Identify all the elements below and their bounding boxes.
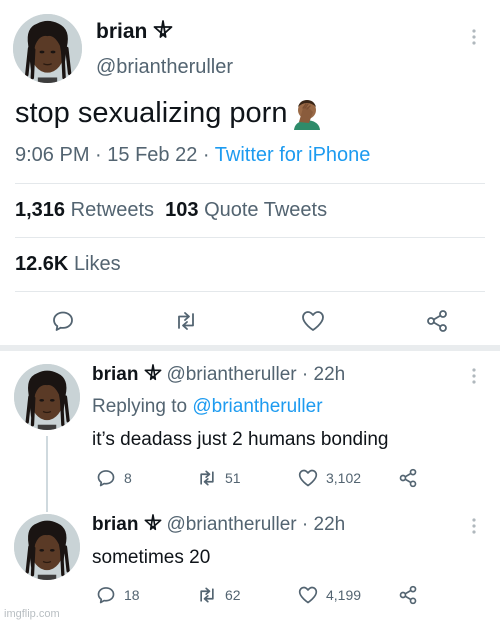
more-options-icon[interactable] [472, 29, 476, 45]
likes-label: Likes [73, 253, 121, 275]
tweet-text-content: stop sexualizing porn [15, 96, 288, 129]
quotes-label: Quote Tweets [204, 199, 328, 221]
handle-time: @briantheruller · 22h [166, 364, 346, 385]
likes-count: 12.6K [15, 253, 69, 275]
pentagram-icon [144, 514, 162, 538]
watermark: imgflip.com [4, 608, 60, 620]
reply-header[interactable]: brian @briantheruller · 22h [92, 364, 345, 388]
retweets-label: Retweets [70, 199, 154, 221]
tweet-timestamp[interactable]: 9:06 PM · 15 Feb 22 · Twitter for iPhone [15, 144, 370, 167]
retweet-icon[interactable] [196, 585, 218, 605]
retweet-count: 62 [225, 587, 241, 603]
reply-text: sometimes 20 [92, 547, 211, 568]
share-icon[interactable] [425, 309, 449, 333]
retweets-stat[interactable]: 1,316 Retweets [15, 199, 154, 221]
divider [15, 291, 485, 292]
tweet-date: 15 Feb 22 [107, 144, 198, 166]
facepalm-icon [290, 96, 324, 130]
display-name-text: brian [92, 364, 139, 385]
replying-to: Replying to @briantheruller [92, 396, 323, 418]
avatar[interactable] [14, 514, 80, 580]
like-count: 3,102 [326, 470, 362, 486]
thread-line [46, 436, 48, 512]
avatar[interactable] [13, 14, 82, 83]
pentagram-icon [144, 364, 162, 388]
reply-count: 18 [124, 587, 140, 603]
like-icon[interactable] [297, 468, 319, 488]
retweet-count: 51 [225, 470, 241, 486]
display-name-text: brian [96, 20, 148, 43]
reply-count: 8 [124, 470, 132, 486]
pentagram-icon [153, 20, 173, 46]
replying-prefix: Replying to [92, 396, 188, 417]
display-name[interactable]: brian [96, 20, 173, 46]
quotes-stat[interactable]: 103 Quote Tweets [165, 199, 327, 221]
retweet-icon[interactable] [173, 309, 199, 333]
share-icon[interactable] [398, 585, 418, 605]
meta-separator: · [202, 144, 210, 166]
handle-time: @briantheruller · 22h [166, 514, 346, 535]
main-tweet: brian @briantheruller stop sexualizing p… [0, 0, 500, 345]
divider [15, 183, 485, 184]
reply-icon[interactable] [96, 585, 116, 605]
likes-stats-row: 12.6K Likes [15, 253, 121, 276]
like-count: 4,199 [326, 587, 362, 603]
share-icon[interactable] [398, 468, 418, 488]
reply-header[interactable]: brian @briantheruller · 22h [92, 514, 345, 538]
reply-icon[interactable] [96, 468, 116, 488]
quotes-count: 103 [165, 199, 199, 221]
tweet-text: stop sexualizing porn [15, 96, 324, 130]
meta-separator: · [95, 144, 102, 166]
handle[interactable]: @briantheruller [96, 56, 233, 79]
more-options-icon[interactable] [472, 368, 476, 384]
thread-separator [0, 345, 500, 351]
tweet-source-link[interactable]: Twitter for iPhone [215, 144, 371, 166]
display-name-text: brian [92, 514, 139, 535]
like-icon[interactable] [297, 585, 319, 605]
like-icon[interactable] [300, 309, 326, 333]
divider [15, 237, 485, 238]
retweet-stats-row: 1,316 Retweets 103 Quote Tweets [15, 199, 327, 222]
reply-icon[interactable] [51, 309, 75, 333]
reply-text: it’s deadass just 2 humans bonding [92, 429, 389, 450]
avatar[interactable] [14, 364, 80, 430]
likes-stat[interactable]: 12.6K Likes [15, 253, 121, 275]
mention-link[interactable]: @briantheruller [192, 396, 322, 417]
retweets-count: 1,316 [15, 199, 66, 221]
tweet-time: 9:06 PM [15, 144, 90, 166]
more-options-icon[interactable] [472, 518, 476, 534]
retweet-icon[interactable] [196, 468, 218, 488]
